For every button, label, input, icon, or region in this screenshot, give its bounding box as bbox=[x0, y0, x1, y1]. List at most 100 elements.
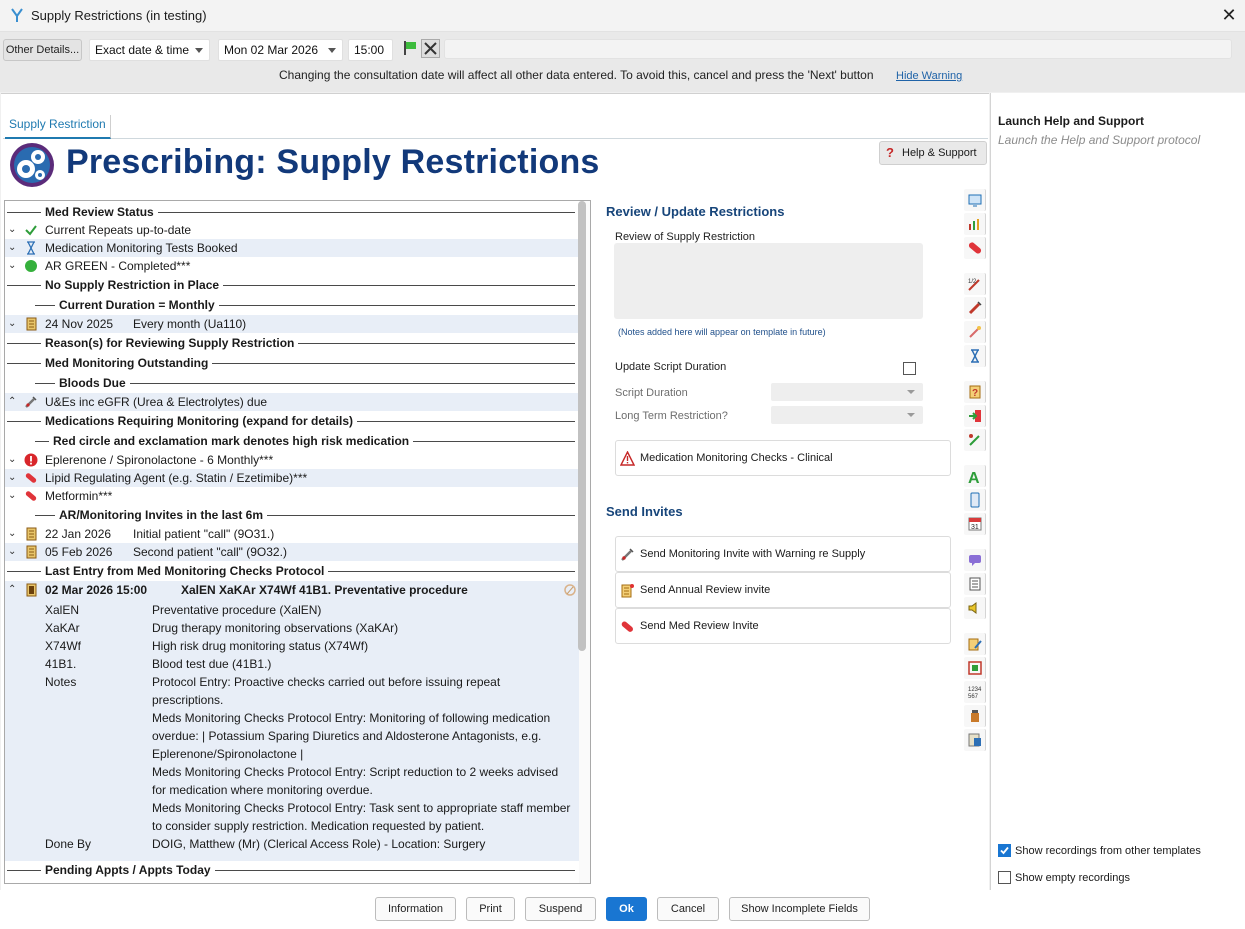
question-icon: ? bbox=[886, 145, 894, 160]
section-header-meds-requiring: Medications Requiring Monitoring (expand… bbox=[5, 412, 579, 430]
show-empty-recordings-checkbox[interactable] bbox=[998, 871, 1011, 884]
script-duration-select[interactable] bbox=[771, 383, 923, 401]
monitoring-checks-button[interactable]: Medication Monitoring Checks - Clinical bbox=[615, 440, 951, 476]
consultation-field[interactable] bbox=[444, 39, 1232, 59]
edit-note-icon[interactable] bbox=[563, 583, 577, 597]
text-format-icon[interactable]: A bbox=[964, 465, 986, 487]
show-other-templates-checkbox[interactable] bbox=[998, 844, 1011, 857]
chevron-up-icon[interactable]: ⌃ bbox=[8, 393, 18, 411]
time-input[interactable]: 15:00 bbox=[348, 39, 393, 61]
send-monitoring-invite-button[interactable]: Send Monitoring Invite with Warning re S… bbox=[615, 536, 951, 572]
calendar-icon[interactable]: 31 bbox=[964, 513, 986, 535]
chevron-down-icon[interactable]: ⌄ bbox=[8, 257, 18, 275]
close-icon[interactable]: ✕ bbox=[1218, 4, 1240, 26]
chevron-down-icon[interactable]: ⌄ bbox=[8, 221, 18, 239]
ok-button[interactable]: Ok bbox=[606, 897, 647, 921]
title-bar: Supply Restrictions (in testing) ✕ bbox=[0, 0, 1245, 32]
chevron-down-icon[interactable]: ⌄ bbox=[8, 525, 18, 543]
tab-supply-restriction[interactable]: Supply Restriction bbox=[5, 115, 111, 139]
list-item-label: U&Es inc eGFR (Urea & Electrolytes) due bbox=[45, 395, 268, 409]
speaker-icon[interactable] bbox=[964, 597, 986, 619]
prescribe-icon[interactable] bbox=[964, 429, 986, 451]
chevron-down-icon[interactable]: ⌄ bbox=[8, 451, 18, 469]
long-term-label: Long Term Restriction? bbox=[615, 410, 728, 422]
chevron-down-icon[interactable]: ⌄ bbox=[8, 469, 18, 487]
chevron-down-icon bbox=[907, 413, 915, 417]
document-icon bbox=[621, 584, 634, 598]
syringe-icon[interactable] bbox=[964, 297, 986, 319]
date-mode-select[interactable]: Exact date & time bbox=[89, 39, 210, 61]
list-item[interactable]: ⌃ U&Es inc eGFR (Urea & Electrolytes) du… bbox=[5, 393, 579, 411]
recordings-list[interactable]: Med Review Status ⌄ Current Repeats up-t… bbox=[4, 200, 591, 884]
code-description: High risk drug monitoring status (X74Wf) bbox=[152, 639, 369, 653]
review-section-title: Review / Update Restrictions bbox=[606, 204, 785, 219]
list-item[interactable]: ⌄ AR GREEN - Completed*** bbox=[5, 257, 579, 275]
report-icon[interactable] bbox=[964, 729, 986, 751]
send-med-review-button[interactable]: Send Med Review Invite bbox=[615, 608, 951, 644]
list-item[interactable]: ⌄ 24 Nov 2025 Every month (Ua110) bbox=[5, 315, 579, 333]
show-incomplete-fields-button[interactable]: Show Incomplete Fields bbox=[729, 897, 870, 921]
send-annual-review-button[interactable]: Send Annual Review invite bbox=[615, 572, 951, 608]
chevron-down-icon[interactable]: ⌄ bbox=[8, 487, 18, 505]
flag-icon[interactable] bbox=[402, 40, 418, 56]
exit-icon[interactable] bbox=[964, 405, 986, 427]
document-icon[interactable] bbox=[964, 573, 986, 595]
update-duration-label: Update Script Duration bbox=[615, 361, 727, 373]
update-duration-checkbox[interactable] bbox=[903, 362, 916, 375]
print-button[interactable]: Print bbox=[466, 897, 515, 921]
chevron-down-icon[interactable]: ⌄ bbox=[8, 239, 18, 257]
review-textarea[interactable] bbox=[614, 243, 923, 319]
pill-icon bbox=[25, 491, 37, 501]
chevron-down-icon[interactable]: ⌄ bbox=[8, 315, 18, 333]
list-item[interactable]: ⌄ 05 Feb 2026 Second patient "call" (9O3… bbox=[5, 543, 579, 561]
notes-line: Eplerenone/Spironolactone | bbox=[152, 747, 304, 761]
date-mode-value: Exact date & time bbox=[95, 43, 190, 57]
list-item[interactable]: ⌄ 22 Jan 2026 Initial patient "call" (9O… bbox=[5, 525, 579, 543]
long-term-select[interactable] bbox=[771, 406, 923, 424]
help-support-button[interactable]: ? Help & Support bbox=[879, 141, 987, 165]
grid-icon[interactable] bbox=[964, 657, 986, 679]
cancel-button[interactable]: Cancel bbox=[657, 897, 719, 921]
scroll-icon bbox=[26, 545, 37, 559]
last-entry-detail[interactable]: ⌃ 02 Mar 2026 15:00 XalEN XaKAr X74Wf 41… bbox=[5, 581, 579, 861]
chart-icon[interactable] bbox=[964, 213, 986, 235]
hide-warning-link[interactable]: Hide Warning bbox=[896, 70, 962, 82]
chat-icon[interactable] bbox=[964, 549, 986, 571]
date-toolbar: Other Details... Exact date & time Mon 0… bbox=[0, 32, 1245, 92]
clear-icon[interactable] bbox=[421, 39, 440, 58]
chevron-up-icon[interactable]: ⌃ bbox=[8, 581, 18, 599]
numbers-icon[interactable]: 1234 567 bbox=[964, 681, 986, 703]
device-icon[interactable] bbox=[964, 489, 986, 511]
green-circle-icon bbox=[25, 260, 37, 272]
pill-icon[interactable] bbox=[964, 237, 986, 259]
medicine-bottle-icon[interactable] bbox=[964, 705, 986, 727]
date-select[interactable]: Mon 02 Mar 2026 bbox=[218, 39, 343, 61]
list-item[interactable]: ⌄ Lipid Regulating Agent (e.g. Statin / … bbox=[5, 469, 579, 487]
notes-line: overdue: | Potassium Sparing Diuretics a… bbox=[152, 729, 542, 743]
app-logo-icon bbox=[11, 8, 23, 22]
screen-icon[interactable] bbox=[964, 189, 986, 211]
hourglass-icon[interactable] bbox=[964, 345, 986, 367]
help-support-label: Help & Support bbox=[902, 147, 977, 159]
edit-document-icon[interactable] bbox=[964, 633, 986, 655]
list-item[interactable]: ⌄ Metformin*** bbox=[5, 487, 579, 505]
chevron-down-icon[interactable]: ⌄ bbox=[8, 543, 18, 561]
wand-icon[interactable] bbox=[964, 321, 986, 343]
prescribing-logo bbox=[10, 143, 54, 187]
scrollbar-thumb[interactable] bbox=[578, 201, 586, 651]
list-item[interactable]: ⌄ Current Repeats up-to-date bbox=[5, 221, 579, 239]
checkmark-icon bbox=[25, 225, 37, 236]
list-item-label: Lipid Regulating Agent (e.g. Statin / Ez… bbox=[45, 471, 308, 485]
done-by-label: Done By bbox=[45, 837, 92, 851]
list-item[interactable]: ⌄ Eplerenone / Spironolactone - 6 Monthl… bbox=[5, 451, 579, 469]
notes-line: prescriptions. bbox=[152, 693, 224, 707]
question-doc-icon[interactable]: ? bbox=[964, 381, 986, 403]
information-button[interactable]: Information bbox=[375, 897, 456, 921]
list-item[interactable]: ⌄ Medication Monitoring Tests Booked bbox=[5, 239, 579, 257]
dose-icon[interactable]: 1/2 bbox=[964, 273, 986, 295]
other-details-button[interactable]: Other Details... bbox=[3, 39, 82, 61]
send-invites-title: Send Invites bbox=[606, 504, 683, 519]
section-header-last-entry: Last Entry from Med Monitoring Checks Pr… bbox=[5, 562, 579, 580]
svg-text:1234: 1234 bbox=[968, 687, 982, 693]
suspend-button[interactable]: Suspend bbox=[525, 897, 596, 921]
